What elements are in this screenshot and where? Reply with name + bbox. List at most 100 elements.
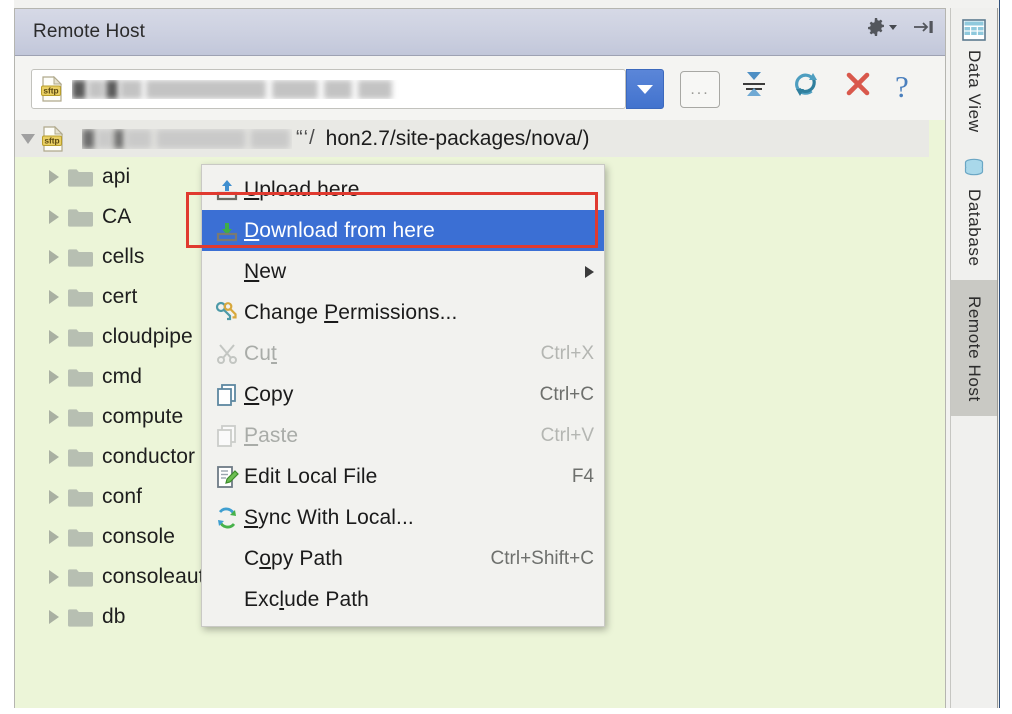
tree-node-label: CA — [102, 205, 131, 229]
expand-arrow-right-icon[interactable] — [41, 530, 67, 544]
help-button[interactable]: ? — [895, 71, 909, 102]
tree-node-label: cert — [102, 285, 137, 309]
menu-item-change-permissions[interactable]: Change Permissions... — [202, 292, 604, 333]
scissors-icon — [210, 342, 244, 366]
expand-arrow-right-icon[interactable] — [41, 610, 67, 624]
collapse-arrow-down-icon[interactable] — [15, 134, 41, 144]
browse-button[interactable]: ... — [680, 71, 720, 108]
menu-item-upload-here[interactable]: Upload here — [202, 169, 604, 210]
settings-button[interactable] — [866, 17, 897, 37]
chevron-down-icon — [889, 25, 897, 30]
folder-icon — [67, 247, 93, 268]
copy-icon — [210, 383, 244, 407]
menu-item-label: Copy — [244, 383, 293, 407]
menu-item-shortcut: Ctrl+X — [517, 343, 594, 365]
menu-item-shortcut: Ctrl+V — [517, 425, 594, 447]
menu-item-sync-with-local[interactable]: Sync With Local... — [202, 497, 604, 538]
upload-icon — [210, 178, 244, 202]
refresh-icon — [791, 68, 821, 105]
panel-frame: Remote Host — [14, 8, 946, 708]
menu-item-edit-local-file[interactable]: Edit Local File F4 — [202, 456, 604, 497]
database-icon — [961, 156, 987, 182]
menu-item-label: Download from here — [244, 219, 435, 243]
svg-text:sftp: sftp — [44, 135, 59, 145]
disconnect-button[interactable] — [843, 68, 873, 105]
menu-item-copy[interactable]: Copy Ctrl+C — [202, 374, 604, 415]
sidebar-item-remote-host[interactable]: Remote Host — [951, 280, 997, 416]
sidebar-item-database[interactable]: Database — [951, 147, 997, 281]
menu-item-label: Change Permissions... — [244, 301, 457, 325]
expand-arrow-right-icon[interactable] — [41, 490, 67, 504]
auto-sync-icon — [739, 68, 769, 105]
folder-icon — [67, 167, 93, 188]
folder-icon — [67, 287, 93, 308]
sftp-file-icon: sftp — [40, 76, 64, 102]
menu-item-shortcut: Ctrl+Shift+C — [467, 548, 594, 570]
expand-arrow-right-icon[interactable] — [41, 290, 67, 304]
menu-item-new[interactable]: New — [202, 251, 604, 292]
tree-scrollbar[interactable] — [929, 120, 945, 708]
menu-item-label: New — [244, 260, 286, 284]
expand-arrow-right-icon[interactable] — [41, 450, 67, 464]
folder-icon — [67, 327, 93, 348]
gear-icon — [866, 17, 886, 37]
expand-arrow-right-icon[interactable] — [41, 410, 67, 424]
folder-icon — [67, 407, 93, 428]
menu-item-label: Exclude Path — [244, 588, 369, 612]
server-name-redacted — [72, 80, 402, 99]
svg-text:sftp: sftp — [43, 86, 58, 96]
menu-item-label: Upload here — [244, 178, 360, 202]
bottom-gutter — [0, 708, 1012, 714]
toolbar-buttons: ? — [739, 68, 909, 105]
folder-icon — [67, 447, 93, 468]
menu-item-exclude-path[interactable]: Exclude Path — [202, 579, 604, 620]
folder-icon — [67, 567, 93, 588]
sidebar-item-label: Database — [964, 189, 984, 267]
paste-icon — [210, 424, 244, 448]
expand-arrow-right-icon[interactable] — [41, 370, 67, 384]
root-path-prefix: “‘/ — [296, 127, 316, 150]
menu-item-label: Cut — [244, 342, 277, 366]
menu-item-shortcut: F4 — [548, 466, 594, 488]
tree-node-label: compute — [102, 405, 183, 429]
expand-arrow-right-icon[interactable] — [41, 330, 67, 344]
menu-item-label: Paste — [244, 424, 298, 448]
hide-panel-icon[interactable] — [911, 17, 935, 37]
menu-item-shortcut: Ctrl+C — [516, 384, 594, 406]
menu-item-download-from-here[interactable]: Download from here — [202, 210, 604, 251]
tree-root-row[interactable]: sftp “‘/ hon2.7/site-packages/nova/) — [15, 120, 945, 157]
folder-icon — [67, 367, 93, 388]
folder-icon — [67, 487, 93, 508]
expand-arrow-right-icon[interactable] — [41, 250, 67, 264]
server-combo-input[interactable]: sftp — [31, 69, 626, 109]
close-icon — [843, 68, 873, 105]
tree-node-label: consoleauth — [102, 565, 216, 589]
server-combo-dropdown-button[interactable] — [626, 69, 664, 109]
folder-icon — [67, 207, 93, 228]
auto-sync-button[interactable] — [739, 68, 769, 105]
sidebar-item-data-view[interactable]: Data View — [951, 8, 997, 147]
tree-node-label: cells — [102, 245, 145, 269]
edit-file-icon — [210, 465, 244, 489]
sync-icon — [210, 506, 244, 530]
sftp-toolbar: sftp ... — [15, 56, 945, 120]
expand-arrow-right-icon[interactable] — [41, 570, 67, 584]
menu-item-label: Sync With Local... — [244, 506, 414, 530]
help-icon: ? — [895, 71, 909, 102]
tree-node-label: conf — [102, 485, 142, 509]
expand-arrow-right-icon[interactable] — [41, 170, 67, 184]
tool-window-titlebar: Remote Host — [15, 9, 945, 56]
menu-item-copy-path[interactable]: Copy PathCtrl+Shift+C — [202, 538, 604, 579]
chevron-right-icon — [585, 266, 594, 278]
right-gutter — [1000, 0, 1012, 714]
page-title: Remote Host — [33, 21, 145, 43]
tree-node-label: console — [102, 525, 175, 549]
menu-item-paste: Paste Ctrl+V — [202, 415, 604, 456]
refresh-button[interactable] — [791, 68, 821, 105]
sidebar-item-label: Remote Host — [964, 296, 984, 402]
context-menu[interactable]: Upload here Download from here New Change P… — [201, 164, 605, 627]
download-icon — [210, 219, 244, 243]
table-grid-icon — [961, 17, 987, 43]
expand-arrow-right-icon[interactable] — [41, 210, 67, 224]
menu-item-label: Edit Local File — [244, 465, 377, 489]
